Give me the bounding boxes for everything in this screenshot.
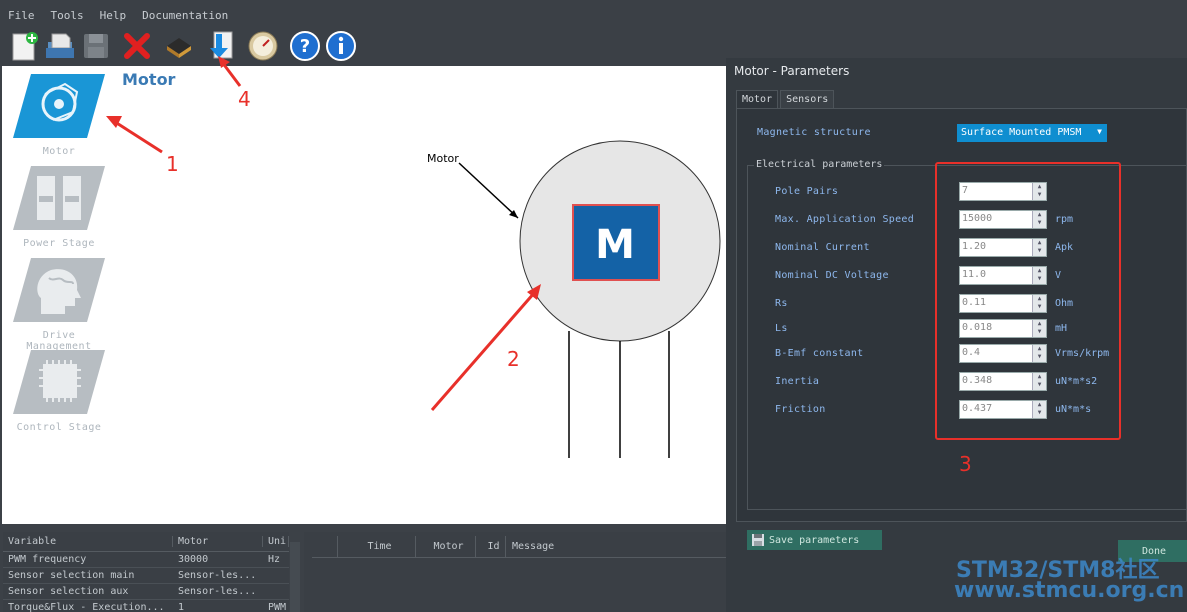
floppy-icon [752, 534, 764, 546]
menu-tools[interactable]: Tools [51, 9, 84, 22]
column-header-blank[interactable] [312, 536, 338, 557]
dialog-title: Motor - Parameters [734, 64, 850, 78]
column-header-message[interactable]: Message [506, 536, 726, 557]
magnetic-structure-value: Surface Mounted PMSM [961, 127, 1082, 138]
param-label-bemf: B-Emf constant [775, 348, 864, 359]
main-canvas: Motor Power Stage Drive Management Contr… [2, 66, 726, 524]
table-header: Time Motor Id Message [312, 536, 726, 558]
param-label-friction: Friction [775, 404, 826, 415]
table-cell: PWM [268, 602, 287, 612]
annotation-number-4: 4 [238, 87, 251, 111]
motor-block-label: M [595, 222, 635, 268]
column-header-variable[interactable]: Variable [3, 536, 173, 547]
magnetic-structure-select[interactable]: Surface Mounted PMSM ▼ [957, 124, 1107, 142]
monitor-gauge-icon[interactable] [247, 30, 279, 62]
save-parameters-button[interactable]: Save parameters [747, 530, 882, 550]
tab-motor[interactable]: Motor [736, 90, 779, 110]
table-cell: Hz [268, 554, 281, 565]
bottom-panels: Variable Motor Uni PWM frequency 30000 H… [0, 526, 726, 612]
table-row[interactable]: Sensor selection main Sensor-les... [3, 568, 289, 584]
chip-icon[interactable] [163, 30, 195, 62]
dialog-tabs: Motor Sensors [736, 90, 836, 110]
param-label-pole-pairs: Pole Pairs [775, 186, 839, 197]
column-header-time[interactable]: Time [338, 536, 416, 557]
menu-help[interactable]: Help [100, 9, 127, 22]
save-project-icon[interactable] [80, 30, 112, 62]
param-label-ls: Ls [775, 323, 788, 334]
param-label-nominal-dc-voltage: Nominal DC Voltage [775, 270, 889, 281]
table-row[interactable]: PWM frequency 30000 Hz [3, 552, 289, 568]
table-cell: Torque&Flux - Execution... [8, 602, 165, 612]
open-project-icon[interactable] [44, 30, 76, 62]
annotation-pointer [458, 162, 519, 219]
tab-sensors[interactable]: Sensors [780, 90, 835, 110]
param-label-rs: Rs [775, 298, 788, 309]
variables-scrollbar[interactable] [290, 542, 300, 612]
messages-table: Time Motor Id Message [304, 532, 726, 612]
annotation-number-3: 3 [959, 452, 972, 476]
table-cell: 30000 [178, 554, 209, 565]
param-label-inertia: Inertia [775, 376, 820, 387]
column-header-id[interactable]: Id [476, 536, 506, 557]
table-header: Variable Motor Uni [3, 532, 289, 552]
table-cell: Sensor-les... [178, 570, 257, 581]
annotation-number-2: 2 [507, 347, 520, 371]
annotation-number-1: 1 [166, 152, 179, 176]
table-cell: Sensor selection main [8, 570, 135, 581]
new-project-icon[interactable] [8, 30, 40, 62]
save-parameters-label: Save parameters [769, 534, 860, 546]
highlight-box [935, 162, 1121, 440]
help-icon[interactable]: ? [289, 30, 321, 62]
column-header-motor[interactable]: Motor [416, 536, 476, 557]
variables-table: Variable Motor Uni PWM frequency 30000 H… [3, 532, 289, 612]
menu-documentation[interactable]: Documentation [142, 9, 228, 22]
table-row[interactable]: Torque&Flux - Execution... 1 PWM [3, 600, 289, 612]
table-row[interactable]: Sensor selection aux Sensor-les... [3, 584, 289, 600]
menu-bar: File Tools Help Documentation [0, 0, 1187, 30]
group-title: Electrical parameters [754, 159, 885, 170]
svg-text:?: ? [300, 36, 310, 57]
info-icon[interactable] [325, 30, 357, 62]
generate-icon[interactable] [204, 30, 236, 62]
magnetic-structure-label: Magnetic structure [757, 127, 871, 138]
column-header-unit[interactable]: Uni [263, 536, 289, 547]
param-label-nominal-current: Nominal Current [775, 242, 870, 253]
close-project-icon[interactable] [121, 30, 153, 62]
watermark-line-2: www.stmcu.org.cn [954, 578, 1185, 603]
chevron-down-icon: ▼ [1097, 127, 1102, 136]
table-cell: Sensor selection aux [8, 586, 129, 597]
param-label-max-speed: Max. Application Speed [775, 214, 915, 225]
table-cell: PWM frequency [8, 554, 87, 565]
column-header-motor[interactable]: Motor [173, 536, 263, 547]
app-window: File Tools Help Documentation ? Motor Po… [0, 0, 1187, 612]
table-cell: Sensor-les... [178, 586, 257, 597]
table-cell: 1 [178, 602, 185, 612]
menu-file[interactable]: File [8, 9, 35, 22]
motor-diagram: M [458, 140, 721, 458]
